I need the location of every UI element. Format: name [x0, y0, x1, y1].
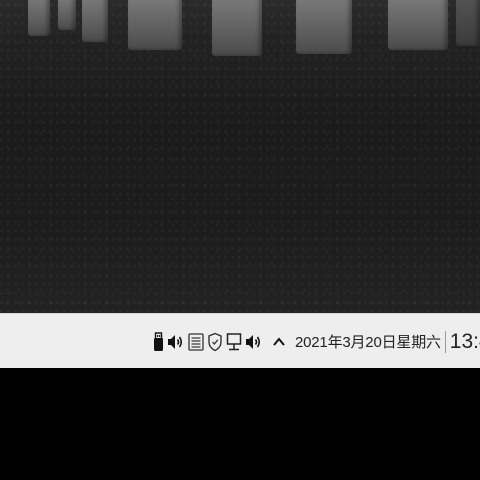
volume-icon[interactable]: [167, 330, 185, 354]
screen-black-area: [0, 368, 480, 480]
desktop-wallpaper: [0, 0, 480, 313]
tray-separator: [444, 330, 446, 353]
shield-icon[interactable]: [207, 330, 223, 354]
system-tray: 2021年3月20日星期六 13:4: [152, 314, 480, 368]
clock-time[interactable]: 13:4: [450, 330, 480, 354]
keyboard-icon[interactable]: [188, 330, 204, 354]
taskbar: 2021年3月20日星期六 13:4: [0, 313, 480, 368]
date-label[interactable]: 2021年3月20日星期六: [295, 331, 441, 352]
network-icon[interactable]: [226, 330, 242, 354]
usb-drive-icon[interactable]: [152, 330, 164, 354]
chevron-up-icon[interactable]: [272, 330, 286, 354]
volume-icon[interactable]: [245, 330, 263, 354]
